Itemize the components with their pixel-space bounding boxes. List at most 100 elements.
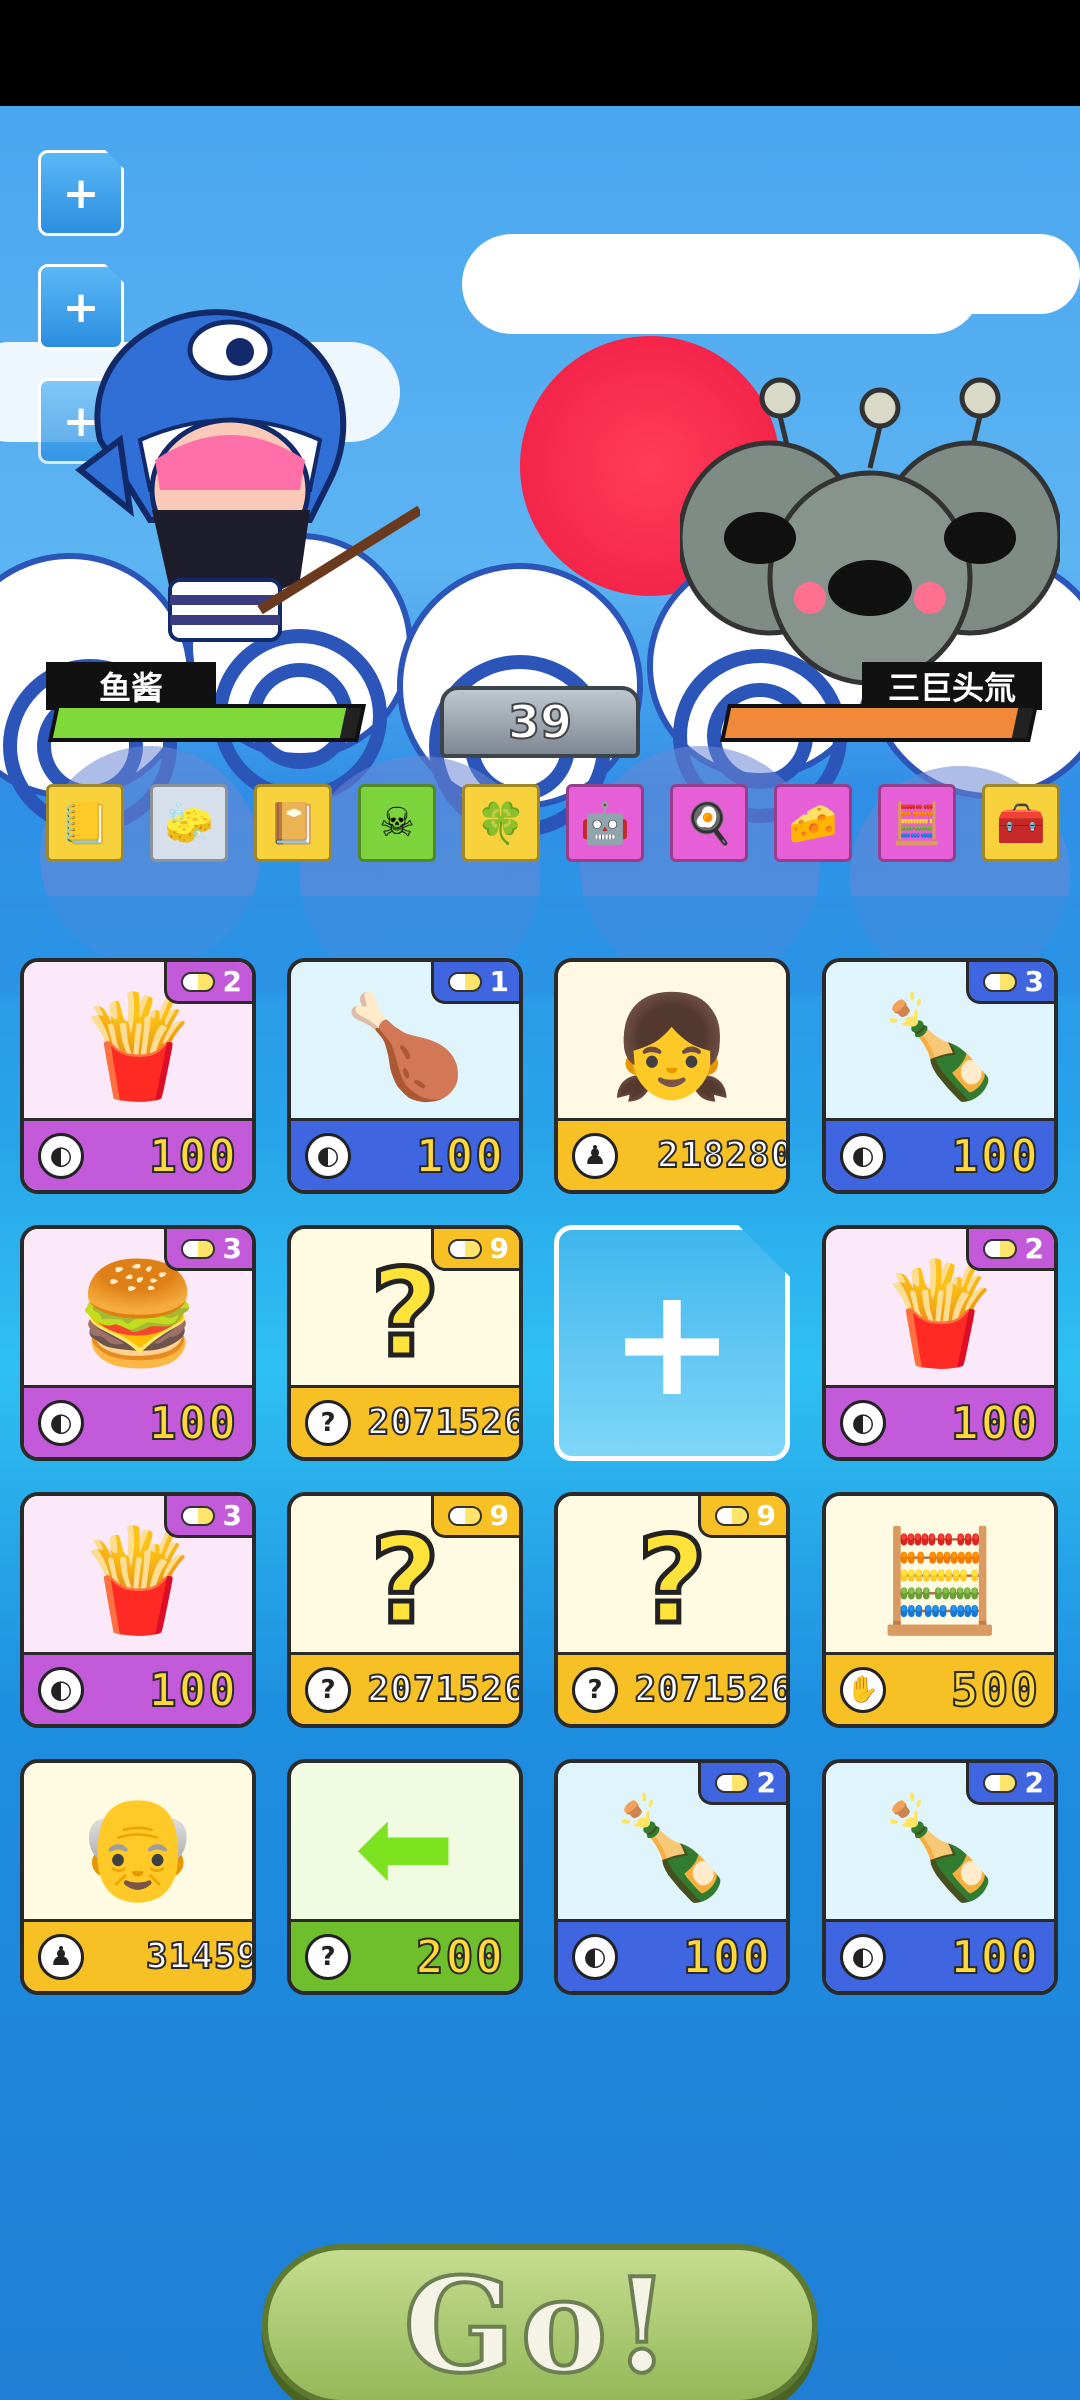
cost-value: 100 bbox=[950, 1128, 1040, 1184]
relic-strip[interactable]: 📒 🧽 📔 ☠ 🍀 🤖 🍳 🧀 🧮 🧰 bbox=[0, 776, 1080, 872]
book-icon[interactable]: 📔 bbox=[254, 784, 332, 862]
item-card-chicken-leg[interactable]: 🍗 1 ◐ 100 bbox=[287, 958, 523, 1194]
player-shark-character bbox=[75, 309, 420, 642]
bread-icon: ◐ bbox=[38, 1666, 84, 1713]
cheese-icon[interactable]: 🧀 bbox=[774, 784, 852, 862]
cost-value: 20715264 bbox=[634, 1668, 786, 1711]
item-card-abacus[interactable]: 🧮 ✋ 500 bbox=[822, 1492, 1058, 1728]
status-bar bbox=[0, 0, 1080, 106]
cost-value: 100 bbox=[148, 1128, 238, 1184]
cost-bar: ♟ 314590 bbox=[24, 1919, 252, 1991]
cost-bar: ? 20715264 bbox=[291, 1652, 519, 1724]
cost-value: 100 bbox=[148, 1662, 238, 1718]
cost-value: 100 bbox=[950, 1929, 1040, 1985]
cost-value: 100 bbox=[682, 1929, 772, 1985]
level-badge: 3 bbox=[164, 1229, 252, 1271]
scientist-icon: 👴 bbox=[75, 1789, 201, 1906]
item-card-fries[interactable]: 🍟 2 ◐ 100 bbox=[20, 958, 256, 1194]
question-icon: ? bbox=[305, 1666, 351, 1713]
cost-value: 314590 bbox=[145, 1935, 252, 1978]
level-badge: 1 bbox=[431, 962, 519, 1004]
pill-icon bbox=[180, 1505, 215, 1526]
item-card-scientist[interactable]: 👴 ♟ 314590 bbox=[20, 1759, 256, 1995]
robot-icon[interactable]: 🤖 bbox=[566, 784, 644, 862]
cost-value: 20715264 bbox=[367, 1401, 519, 1444]
item-card-burger[interactable]: 🍔 3 ◐ 100 bbox=[20, 1225, 256, 1461]
eraser-icon[interactable]: 🧽 bbox=[150, 784, 228, 862]
pill-icon bbox=[180, 1238, 215, 1259]
cost-bar: ◐ 100 bbox=[826, 1118, 1054, 1190]
item-card-mystery[interactable]: ? 9 ? 20715264 bbox=[287, 1492, 523, 1728]
item-card-mystery[interactable]: ? 9 ? 20715264 bbox=[287, 1225, 523, 1461]
cost-bar: ? 20715264 bbox=[291, 1385, 519, 1457]
cost-bar: ? 200 bbox=[291, 1919, 519, 1991]
cost-value: 200 bbox=[415, 1929, 505, 1985]
level-badge-value: 3 bbox=[1024, 965, 1044, 998]
clover-icon[interactable]: 🍀 bbox=[462, 784, 540, 862]
enemy-name-plate: 三巨头氚 bbox=[862, 662, 1042, 710]
go-button[interactable]: Go! bbox=[262, 2244, 818, 2400]
item-card-mystery[interactable]: ? 9 ? 20715264 bbox=[554, 1492, 790, 1728]
player-name: 鱼酱 bbox=[98, 669, 163, 707]
level-badge-value: 2 bbox=[1024, 1766, 1044, 1799]
enemy-name: 三巨头氚 bbox=[887, 669, 1016, 707]
item-card-cola[interactable]: 🍾 2 ◐ 100 bbox=[554, 1759, 790, 1995]
bread-icon: ◐ bbox=[305, 1132, 351, 1179]
pill-icon bbox=[447, 971, 482, 992]
person-icon: ♟ bbox=[38, 1933, 84, 1980]
level-badge: 2 bbox=[966, 1763, 1054, 1805]
add-slot-button-1[interactable]: + bbox=[38, 150, 124, 236]
go-button-label: Go! bbox=[402, 2247, 677, 2400]
round-counter: 39 bbox=[440, 686, 640, 758]
level-badge-value: 2 bbox=[222, 965, 242, 998]
level-badge: 3 bbox=[164, 1496, 252, 1538]
item-card-cola[interactable]: 🍾 2 ◐ 100 bbox=[822, 1759, 1058, 1995]
pill-icon bbox=[180, 971, 215, 992]
player-hp-fill bbox=[52, 708, 347, 738]
level-badge: 3 bbox=[966, 962, 1054, 1004]
item-card-arrow[interactable]: ⬅? 200 bbox=[287, 1759, 523, 1995]
level-badge-value: 3 bbox=[222, 1232, 242, 1265]
pill-icon bbox=[714, 1772, 749, 1793]
abacus-icon: 🧮 bbox=[877, 1522, 1003, 1639]
chest-icon[interactable]: 🧰 bbox=[982, 784, 1060, 862]
question-icon: ? bbox=[572, 1666, 618, 1713]
cost-bar: ◐ 100 bbox=[291, 1118, 519, 1190]
round-number: 39 bbox=[507, 694, 573, 750]
player-name-plate: 鱼酱 bbox=[46, 662, 216, 710]
level-badge: 2 bbox=[164, 962, 252, 1004]
bread-icon: ◐ bbox=[38, 1399, 84, 1446]
item-card-cola[interactable]: 🍾 3 ◐ 100 bbox=[822, 958, 1058, 1194]
question-icon: ? bbox=[305, 1933, 351, 1980]
empty-slot-add[interactable]: + bbox=[554, 1225, 790, 1461]
enemy-hp-bar bbox=[719, 704, 1039, 742]
notes-icon[interactable]: 📒 bbox=[46, 784, 124, 862]
enemy-hp-fill bbox=[724, 708, 1019, 738]
cost-bar: ◐ 100 bbox=[826, 1385, 1054, 1457]
cost-bar: ◐ 100 bbox=[24, 1385, 252, 1457]
item-card-girl[interactable]: 👧 ♟ 2182800 bbox=[554, 958, 790, 1194]
enemy-alien-trio bbox=[680, 377, 1060, 686]
level-badge-value: 9 bbox=[489, 1499, 509, 1532]
level-badge: 2 bbox=[966, 1229, 1054, 1271]
cost-bar: ◐ 100 bbox=[24, 1118, 252, 1190]
cloud bbox=[670, 234, 1080, 314]
pirate-icon[interactable]: ☠ bbox=[358, 784, 436, 862]
bread-icon: ◐ bbox=[840, 1933, 886, 1980]
pill-icon bbox=[447, 1505, 482, 1526]
item-card-fries[interactable]: 🍟 2 ◐ 100 bbox=[822, 1225, 1058, 1461]
cost-value: 100 bbox=[950, 1395, 1040, 1451]
pill-icon bbox=[982, 1238, 1017, 1259]
level-badge-value: 2 bbox=[756, 1766, 776, 1799]
level-badge-value: 1 bbox=[489, 965, 509, 998]
pill-icon bbox=[714, 1505, 749, 1526]
cost-bar: ♟ 2182800 bbox=[558, 1118, 786, 1190]
level-badge: 9 bbox=[431, 1229, 519, 1271]
pan-icon[interactable]: 🍳 bbox=[670, 784, 748, 862]
item-card-fries[interactable]: 🍟 3 ◐ 100 bbox=[20, 1492, 256, 1728]
cost-value: 20715264 bbox=[367, 1668, 519, 1711]
question-icon: ? bbox=[305, 1399, 351, 1446]
bread-icon: ◐ bbox=[572, 1933, 618, 1980]
calculator-icon[interactable]: 🧮 bbox=[878, 784, 956, 862]
bread-icon: ◐ bbox=[840, 1399, 886, 1446]
